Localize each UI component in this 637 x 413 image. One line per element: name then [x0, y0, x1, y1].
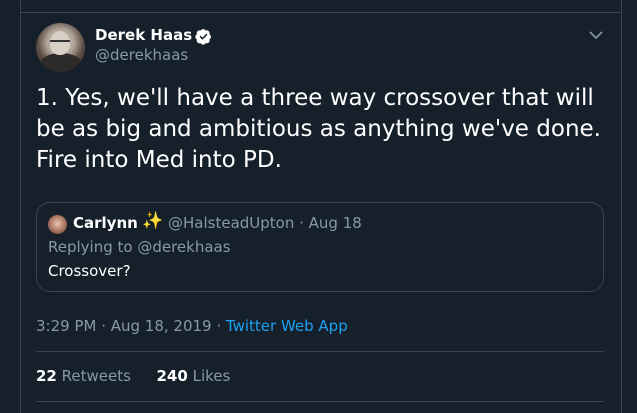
sparkle-emoji: ✨ — [142, 211, 164, 231]
timeline-column-edge — [20, 0, 622, 12]
quoted-author-name: Carlynn — [73, 214, 138, 232]
quoted-replying-to: Replying to @derekhaas — [48, 238, 231, 256]
quoted-tweet[interactable]: Carlynn ✨ @HalsteadUpton · Aug 18 Replyi… — [36, 202, 604, 292]
retweets-label: Retweets — [61, 367, 131, 385]
divider — [36, 351, 604, 352]
likes-label: Likes — [192, 367, 231, 385]
quoted-text: Crossover? — [48, 262, 131, 280]
tweet-timestamp[interactable]: 3:29 PM · Aug 18, 2019 · — [36, 317, 226, 335]
likes-count: 240 — [156, 367, 188, 385]
quoted-avatar — [48, 215, 67, 234]
tweet-stats: 22 Retweets 240 Likes — [36, 367, 230, 385]
quoted-handle-date: @HalsteadUpton · Aug 18 — [168, 214, 362, 232]
likes-stat[interactable]: 240 Likes — [157, 367, 231, 385]
tweet-meta: 3:29 PM · Aug 18, 2019 · Twitter Web App — [36, 317, 348, 335]
author-name[interactable]: Derek Haas — [95, 26, 192, 44]
verified-badge-icon — [195, 29, 211, 45]
retweets-count: 22 — [36, 367, 57, 385]
avatar[interactable] — [36, 23, 85, 72]
chevron-down-icon[interactable] — [588, 28, 604, 42]
retweets-stat[interactable]: 22 Retweets — [36, 367, 131, 385]
author-handle[interactable]: @derekhaas — [95, 46, 188, 64]
source-link[interactable]: Twitter Web App — [226, 317, 348, 335]
tweet-text: 1. Yes, we'll have a three way crossover… — [36, 85, 601, 173]
divider — [36, 401, 604, 402]
